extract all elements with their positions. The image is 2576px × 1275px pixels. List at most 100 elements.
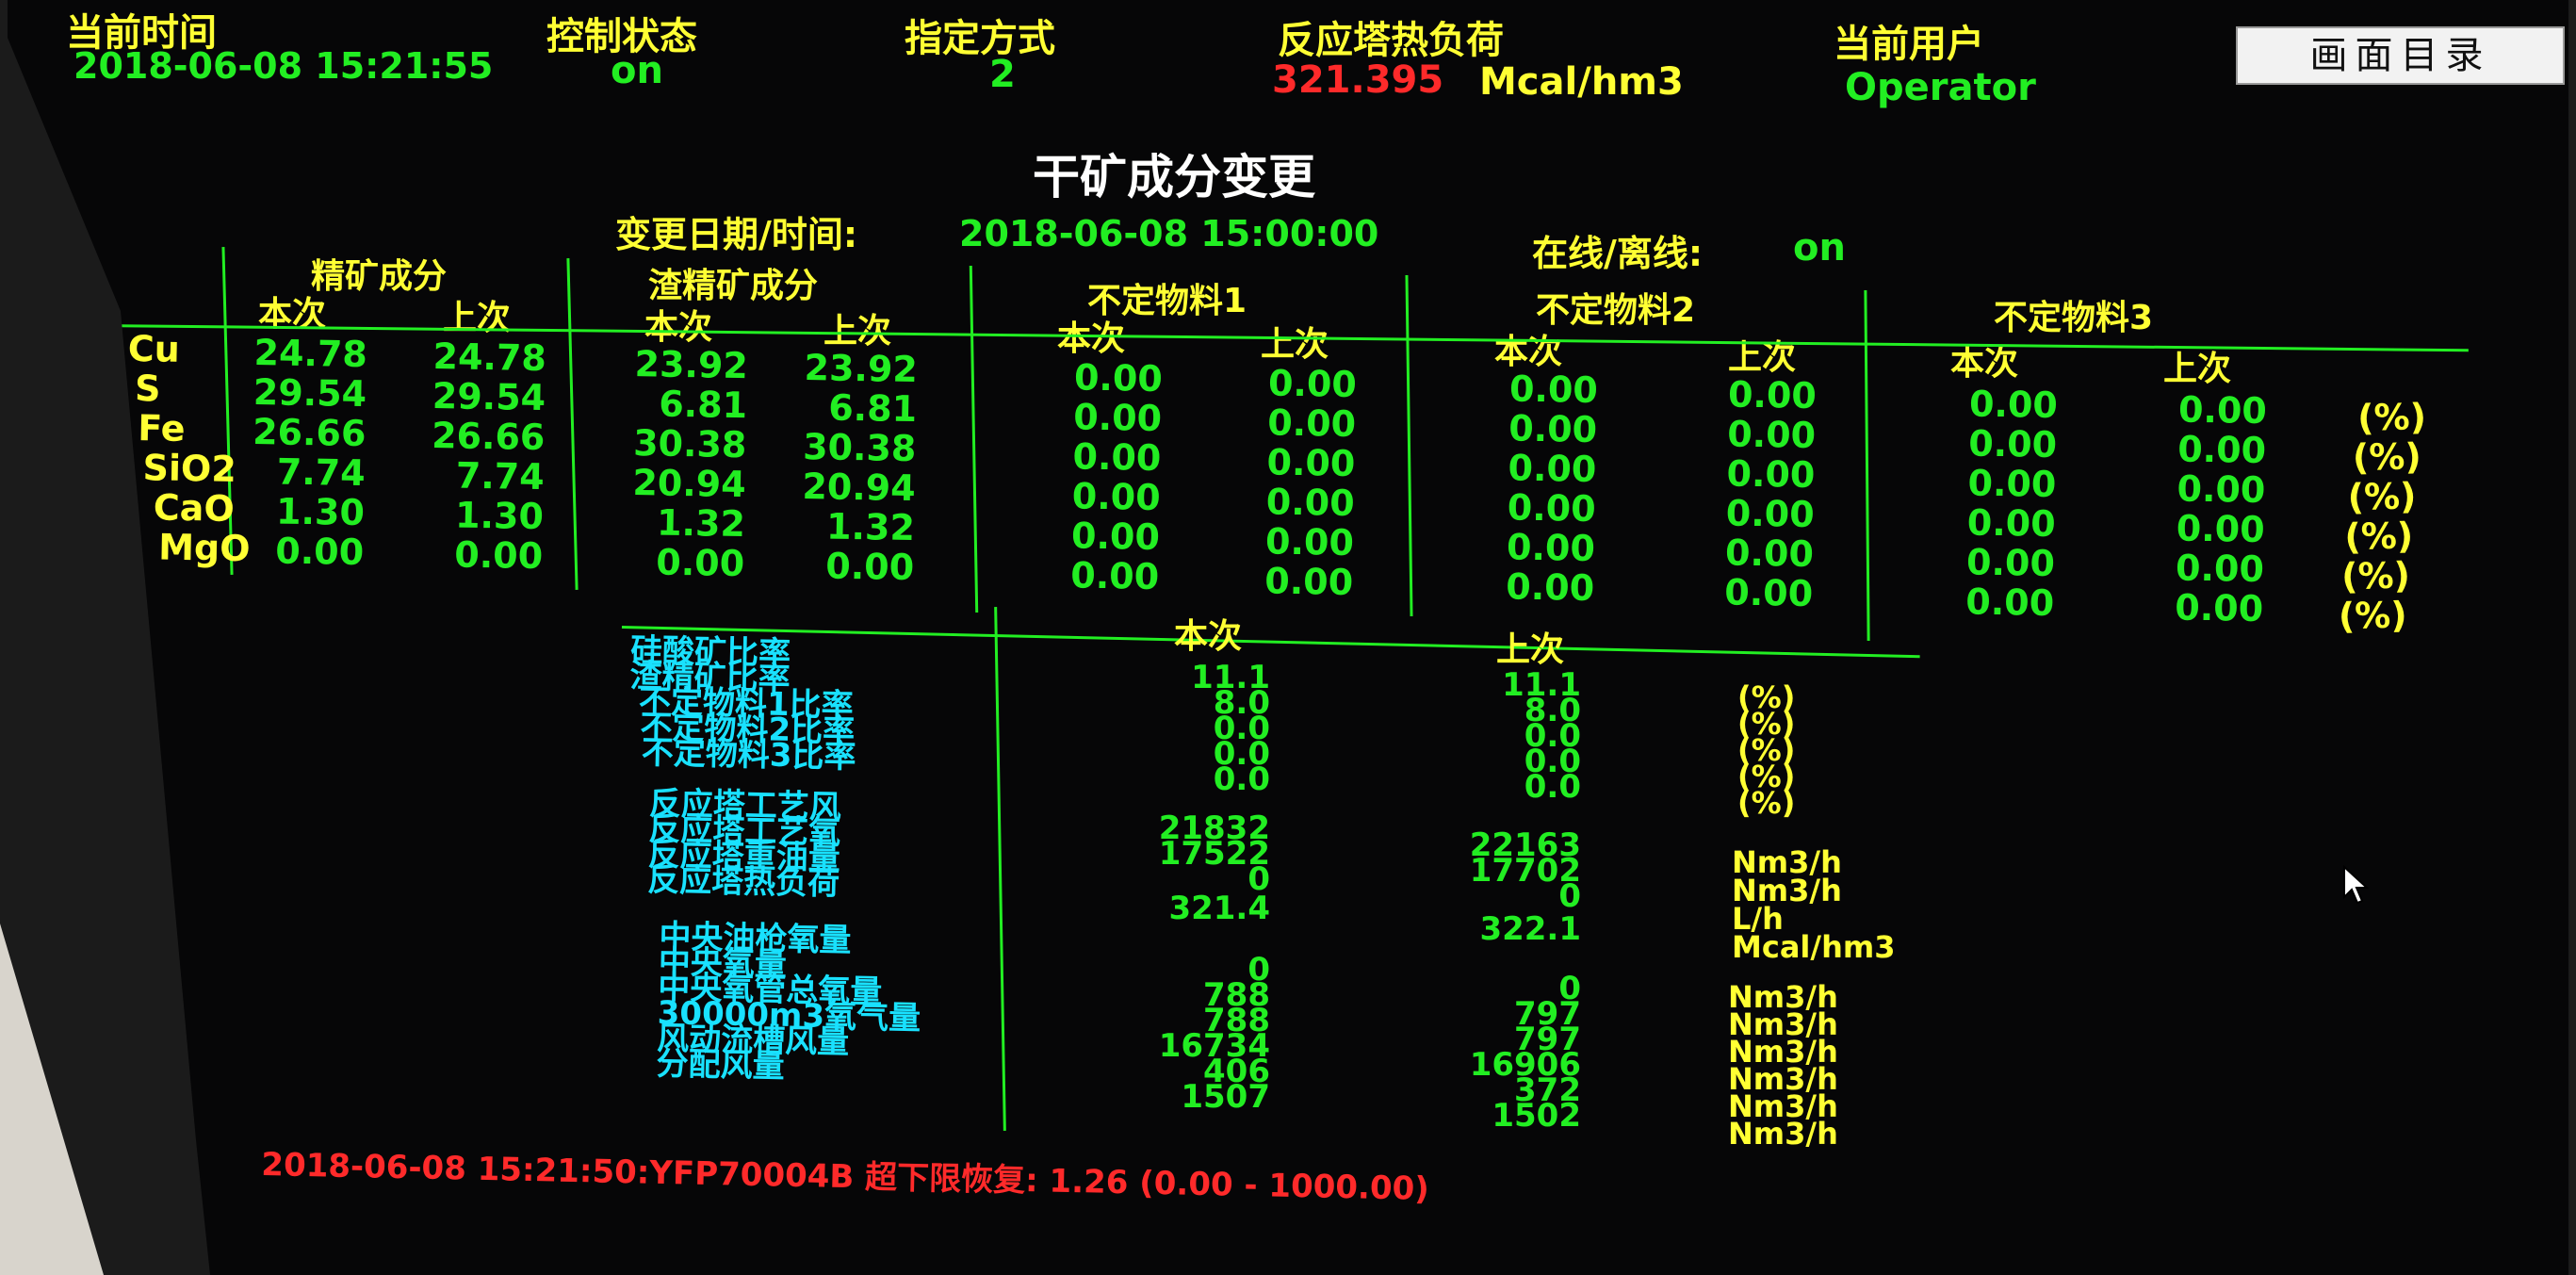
mat3-current-value: 0.00 [1965, 541, 2056, 585]
mat1-current-value: 0.00 [1071, 475, 1162, 519]
mat3-previous-value: 0.00 [2177, 388, 2268, 433]
ratio-prev-header: 上次 [1496, 630, 1565, 669]
element-label-fe: Fe [137, 407, 186, 450]
slag-current-value: 0.00 [656, 541, 745, 585]
mat1-current-value: 0.00 [1070, 515, 1161, 559]
user-value: Operator [1845, 66, 2036, 109]
slag-previous-value: 6.81 [827, 386, 918, 431]
mat2-previous-col: 0.00 0.00 0.00 0.00 0.00 0.00 [1696, 373, 1818, 614]
ratio-unit: (%) [1737, 785, 1796, 821]
element-label-cu: Cu [127, 327, 181, 370]
mat1-previous-value: 0.00 [1265, 481, 1356, 525]
mat1-previous-value: 0.00 [1264, 560, 1354, 604]
mat1-current-col: 0.00 0.00 0.00 0.00 0.00 0.00 [1046, 356, 1164, 597]
composition-divider-3 [969, 266, 979, 613]
concentrate-previous-value: 0.00 [454, 533, 544, 578]
mat3-current-col: 0.00 0.00 0.00 0.00 0.00 0.00 [1937, 383, 2058, 625]
mat2-current-value: 0.00 [1508, 447, 1597, 491]
page-title: 干矿成分变更 [1033, 150, 1315, 204]
menu-button[interactable]: 画面目录 [2236, 26, 2565, 85]
composition-unit: (%) [2352, 435, 2422, 479]
oxygen-current-value: 1507 [1181, 1078, 1270, 1116]
mat1-current-value: 0.00 [1073, 356, 1164, 400]
concentrate-current-value: 29.54 [253, 371, 367, 416]
slag-current-value: 23.92 [634, 343, 749, 387]
concentrate-current-value: 0.00 [275, 530, 365, 574]
mat1-current-value: 0.00 [1072, 396, 1163, 440]
ratio-labels: 硅酸矿比率 渣精矿比率 不定物料1比率 不定物料2比率 不定物料3比率 [628, 631, 858, 776]
user-label: 当前用户 [1834, 23, 1984, 66]
reactor-labels: 反应塔工艺风 反应塔工艺氧 反应塔重油量 反应塔热负荷 [647, 785, 841, 903]
mat3-current-value: 0.00 [1965, 580, 2055, 625]
mat3-previous-col: 0.00 0.00 0.00 0.00 0.00 0.00 [2144, 388, 2268, 629]
ratio-previous-value: 0.0 [1524, 768, 1581, 806]
heat-value: 321.395 [1272, 58, 1444, 102]
concentrate-previous-value: 29.54 [432, 375, 546, 419]
composition-divider-4 [1405, 274, 1413, 617]
mat3-current-value: 0.00 [1967, 422, 2058, 466]
mat3-previous-value: 0.00 [2177, 428, 2267, 472]
time-value: 2018-06-08 15:21:55 [73, 45, 494, 87]
ratio-current-value: 0.0 [1213, 760, 1270, 798]
composition-unit: (%) [2340, 554, 2411, 597]
slag-current-col: 23.92 6.81 30.38 20.94 1.32 0.00 [620, 343, 749, 585]
concentrate-previous-value: 1.30 [454, 494, 545, 538]
oxygen-labels: 中央油枪氧量 中央氧量 中央氧管总氧量 30000m3氧气量 风动流槽风量 分配… [656, 918, 922, 1086]
slag-cur-header: 本次 [644, 308, 713, 347]
mat2-prev-header: 上次 [1728, 338, 1797, 377]
ratio-current-col: 11.1 8.0 0.0 0.0 0.0 [1148, 662, 1270, 798]
mat1-previous-value: 0.00 [1267, 362, 1358, 406]
mat3-current-value: 0.00 [1967, 462, 2057, 506]
ratio-previous-col: 11.1 8.0 0.0 0.0 0.0 [1459, 669, 1581, 806]
mat1-previous-value: 0.00 [1266, 441, 1356, 485]
mat3-previous-value: 0.00 [2176, 507, 2266, 551]
element-label-sio2: SiO2 [142, 447, 237, 490]
concentrate-current-value: 24.78 [253, 332, 368, 376]
slag-previous-value: 20.94 [802, 466, 917, 510]
reactor-previous-value: 322.1 [1479, 910, 1581, 948]
oxygen-unit: Nm3/h [1728, 1116, 1838, 1152]
mode-value: 2 [989, 53, 1016, 96]
mat2-current-value: 0.00 [1506, 526, 1596, 570]
slag-current-value: 20.94 [632, 462, 747, 506]
reactor-current-value: 321.4 [1168, 890, 1270, 927]
slag-prev-header: 上次 [823, 303, 891, 352]
heat-unit: Mcal/hm3 [1479, 60, 1684, 104]
concentrate-current-value: 7.74 [276, 450, 367, 495]
reactor-current-col: 21832 17522 0 321.4 [1119, 812, 1270, 927]
mat2-previous-value: 0.00 [1725, 492, 1816, 536]
change-date-value: 2018-06-08 15:00:00 [959, 213, 1379, 254]
mat3-previous-value: 0.00 [2177, 467, 2266, 512]
composition-divider-2 [566, 258, 579, 590]
online-label: 在线/离线: [1532, 233, 1704, 274]
mat2-current-value: 0.00 [1508, 407, 1598, 451]
element-label-s: S [134, 368, 161, 410]
mat2-current-value: 0.00 [1508, 368, 1599, 412]
slag-previous-value: 23.92 [804, 347, 919, 391]
group-title-concentrate: 精矿成分 [311, 257, 448, 296]
oxygen-previous-value: 1502 [1492, 1097, 1581, 1135]
mat2-current-value: 0.00 [1506, 565, 1595, 610]
composition-units: (%) (%) (%) (%) (%) (%) [2335, 396, 2430, 637]
concentrate-previous-value: 24.78 [432, 335, 547, 380]
mat1-previous-value: 0.00 [1266, 401, 1357, 446]
slag-previous-value: 0.00 [825, 545, 915, 589]
mat2-previous-value: 0.00 [1727, 373, 1818, 417]
composition-unit: (%) [2347, 475, 2417, 518]
mat2-previous-value: 0.00 [1726, 413, 1817, 457]
ratio-label: 不定物料3比率 [641, 733, 856, 776]
slag-previous-col: 23.92 6.81 30.38 20.94 1.32 0.00 [791, 347, 919, 589]
concentrate-previous-value: 26.66 [431, 415, 546, 459]
reactor-unit: Mcal/hm3 [1732, 929, 1896, 965]
mat1-previous-col: 0.00 0.00 0.00 0.00 0.00 0.00 [1238, 362, 1358, 604]
ratio-cur-header: 本次 [1174, 617, 1243, 656]
concentrate-current-value: 1.30 [275, 490, 366, 534]
slag-previous-value: 30.38 [802, 426, 917, 470]
mat1-current-value: 0.00 [1072, 435, 1162, 480]
slag-current-value: 6.81 [658, 383, 748, 427]
mat2-current-value: 0.00 [1507, 486, 1597, 531]
concentrate-current-col: 24.78 29.54 26.66 7.74 1.30 0.00 [243, 332, 368, 574]
group-title-mat3: 不定物料3 [1994, 299, 2154, 337]
control-value: on [611, 49, 663, 92]
mat3-current-value: 0.00 [1966, 501, 2057, 546]
